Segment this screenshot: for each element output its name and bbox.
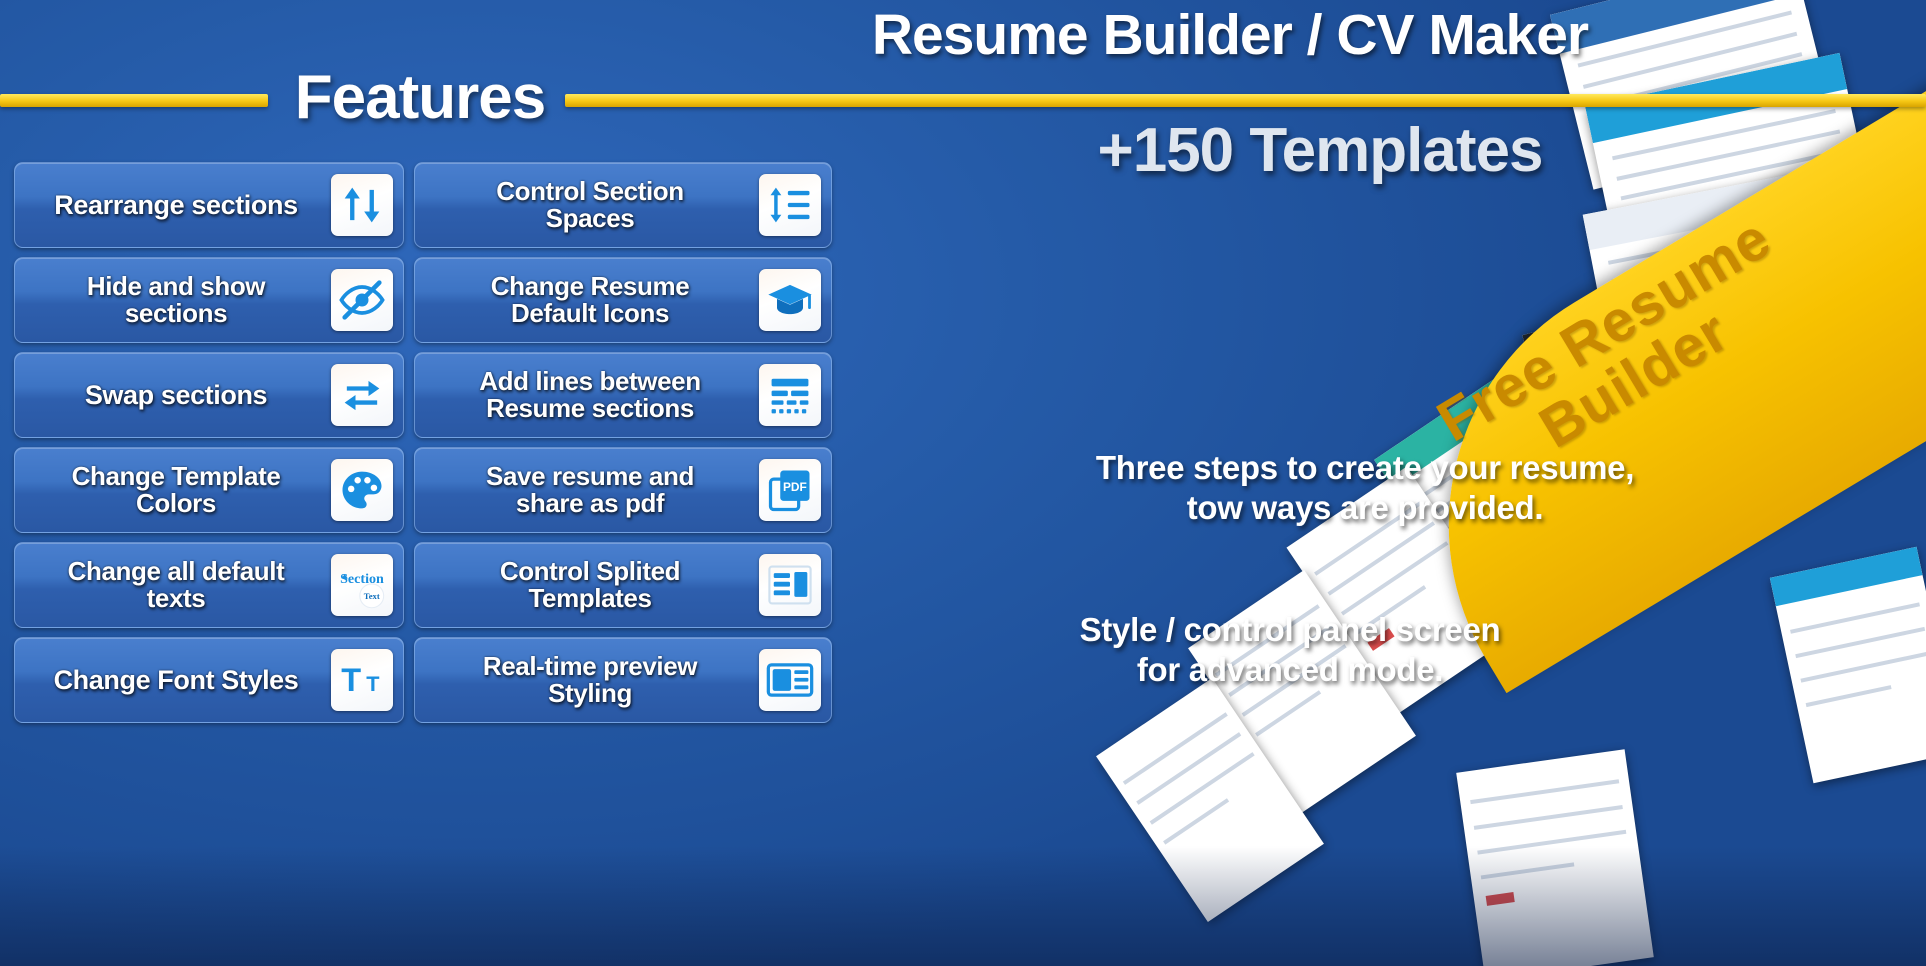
feature-label: Add lines between Resume sections bbox=[479, 365, 701, 423]
feature-row[interactable]: Control Section Spaces bbox=[414, 162, 832, 248]
template-card-decor bbox=[1456, 749, 1654, 966]
svg-text:T: T bbox=[366, 671, 379, 696]
feature-label: Control Section Spaces bbox=[496, 175, 684, 233]
feature-row[interactable]: Change Template Colors bbox=[14, 447, 404, 533]
features-heading: Features bbox=[294, 63, 546, 132]
section-text-icon[interactable]: Section Text bbox=[331, 554, 393, 616]
graduation-cap-icon[interactable] bbox=[759, 269, 821, 331]
features-column-right: Control Section Spaces Change Resume Defaul… bbox=[414, 162, 832, 723]
feature-label: Save resume and share as pdf bbox=[486, 460, 694, 518]
arrows-up-down-icon[interactable] bbox=[331, 174, 393, 236]
feature-label: Real-time preview Styling bbox=[482, 650, 698, 708]
marketing-blurb-style: Style / control panel screen for advanced… bbox=[1079, 611, 1501, 688]
pdf-file-icon[interactable]: PDF bbox=[759, 459, 821, 521]
feature-label: Hide and show sections bbox=[86, 270, 266, 328]
feature-row[interactable]: Change Resume Default Icons bbox=[414, 257, 832, 343]
feature-row[interactable]: Change all default texts Section Text bbox=[14, 542, 404, 628]
svg-text:Text: Text bbox=[364, 591, 380, 601]
feature-label: Change all default texts bbox=[67, 555, 285, 613]
arrows-left-right-icon[interactable] bbox=[331, 364, 393, 426]
templates-count-label: +150 Templates bbox=[1097, 116, 1544, 185]
feature-label: Swap sections bbox=[84, 379, 268, 410]
feature-label: Change Resume Default Icons bbox=[490, 270, 690, 328]
app-title: Resume Builder / CV Maker bbox=[871, 3, 1589, 67]
divider-rule-left bbox=[0, 94, 268, 107]
split-layout-icon[interactable] bbox=[759, 554, 821, 616]
feature-row[interactable]: Add lines between Resume sections bbox=[414, 352, 832, 438]
feature-row[interactable]: Control Splited Templates bbox=[414, 542, 832, 628]
feature-label: Rearrange sections bbox=[54, 189, 298, 220]
divider-rule-right bbox=[565, 94, 1926, 107]
line-spacing-icon[interactable] bbox=[759, 174, 821, 236]
feature-row[interactable]: Swap sections bbox=[14, 352, 404, 438]
font-size-icon[interactable]: TT bbox=[331, 649, 393, 711]
eye-slash-icon[interactable] bbox=[331, 269, 393, 331]
palette-icon[interactable] bbox=[331, 459, 393, 521]
feature-row[interactable]: Real-time preview Styling bbox=[414, 637, 832, 723]
feature-row[interactable]: Change Font Styles T T bbox=[14, 637, 404, 723]
features-column-left: Rearrange sections Hide and show sections S… bbox=[14, 162, 404, 723]
feature-row[interactable]: Rearrange sections bbox=[14, 162, 404, 248]
marketing-blurb-steps: Three steps to create your resume, tow wa… bbox=[1095, 449, 1635, 526]
svg-text:Section: Section bbox=[340, 571, 384, 587]
feature-label: Control Splited Templates bbox=[499, 555, 681, 613]
promo-banner: Free Resume Builder Resume Builder / CV … bbox=[0, 0, 1926, 966]
feature-label: Change Template Colors bbox=[71, 460, 281, 518]
feature-row[interactable]: Save resume and share as pdf PDF bbox=[414, 447, 832, 533]
document-lines-icon[interactable] bbox=[759, 364, 821, 426]
template-card-decor bbox=[1769, 546, 1926, 784]
svg-text:PDF: PDF bbox=[783, 480, 807, 494]
feature-row[interactable]: Hide and show sections bbox=[14, 257, 404, 343]
svg-text:T: T bbox=[341, 662, 361, 698]
preview-layout-icon[interactable] bbox=[759, 649, 821, 711]
feature-label: Change Font Styles bbox=[53, 664, 299, 695]
